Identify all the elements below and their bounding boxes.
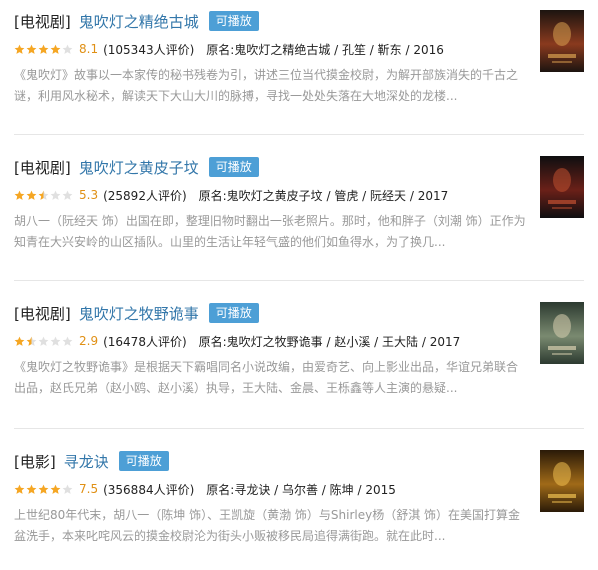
star-icon	[62, 336, 73, 347]
rating-count: (25892人评价)	[103, 188, 187, 203]
result-body: [电视剧] 鬼吹灯之精绝古城 可播放 8.1 (105343人评价) 原名:鬼吹灯之精绝古…	[14, 10, 526, 128]
playable-badge[interactable]: 可播放	[208, 157, 259, 177]
original-info: 原名:鬼吹灯之精绝古城 / 孔笙 / 靳东 / 2016	[206, 42, 444, 57]
rating-stars	[14, 44, 74, 55]
playable-badge[interactable]: 可播放	[208, 303, 259, 323]
poster-huangpizi-icon[interactable]	[540, 156, 584, 218]
description: 胡八一（阮经天 饰）出国在即，整理旧物时翻出一张老照片。那时，他和胖子（刘潮 饰…	[14, 214, 526, 249]
divider	[14, 280, 584, 281]
poster-muye-icon[interactable]	[540, 302, 584, 364]
title-row: [电视剧] 鬼吹灯之牧野诡事 可播放	[14, 302, 526, 324]
star-icon	[14, 44, 25, 55]
playable-badge[interactable]: 可播放	[208, 11, 259, 31]
result-item: [电视剧] 鬼吹灯之牧野诡事 可播放 2.9 (16478人评价) 原名:鬼吹灯之牧野诡事…	[0, 292, 598, 422]
description: 《鬼吹灯》故事以一本家传的秘书残卷为引，讲述三位当代摸金校尉，为解开部族消失的千…	[14, 68, 519, 103]
star-icon	[26, 190, 37, 201]
star-icon	[14, 336, 25, 347]
score: 8.1	[79, 42, 99, 56]
meta-row: 5.3 (25892人评价) 原名:鬼吹灯之黄皮子坟 / 管虎 / 阮经天 / 20…	[14, 186, 526, 204]
poster-xunlong-icon[interactable]	[540, 450, 584, 512]
description: 《鬼吹灯之牧野诡事》是根据天下霸唱同名小说改编，由爱奇艺、向上影业出品，华谊兄弟…	[14, 360, 519, 395]
result-body: [电视剧] 鬼吹灯之牧野诡事 可播放 2.9 (16478人评价) 原名:鬼吹灯之牧野诡事…	[14, 302, 526, 420]
title-row: [电影] 寻龙诀 可播放	[14, 450, 526, 472]
score: 5.3	[79, 188, 99, 202]
star-icon	[14, 484, 25, 495]
star-icon	[62, 484, 73, 495]
description: 上世纪80年代末，胡八一（陈坤 饰）、王凯旋（黄渤 饰）与Shirley杨（舒淇…	[14, 508, 521, 543]
divider	[14, 134, 584, 135]
title-row: [电视剧] 鬼吹灯之精绝古城 可播放	[14, 10, 526, 32]
star-icon	[26, 336, 37, 347]
result-item: [电视剧] 鬼吹灯之精绝古城 可播放 8.1 (105343人评价) 原名:鬼吹灯之精绝古…	[0, 0, 598, 130]
title-link[interactable]: 鬼吹灯之精绝古城	[79, 11, 199, 32]
star-icon	[62, 44, 73, 55]
title-link[interactable]: 鬼吹灯之牧野诡事	[79, 303, 199, 324]
star-icon	[14, 190, 25, 201]
title-link[interactable]: 寻龙诀	[64, 451, 109, 472]
star-icon	[38, 336, 49, 347]
category-label: [电视剧]	[14, 158, 71, 177]
rating-stars	[14, 336, 74, 347]
score: 7.5	[79, 482, 99, 496]
category-label: [电影]	[14, 452, 56, 471]
result-item: [电影] 寻龙诀 可播放 7.5 (356884人评价) 原名:寻龙诀 / 乌尔善 / 陈…	[0, 440, 598, 570]
original-info: 原名:鬼吹灯之黄皮子坟 / 管虎 / 阮经天 / 2017	[198, 188, 449, 203]
star-icon	[50, 336, 61, 347]
rating-count: (16478人评价)	[103, 334, 187, 349]
search-result-list: [电视剧] 鬼吹灯之精绝古城 可播放 8.1 (105343人评价) 原名:鬼吹灯之精绝古…	[0, 0, 598, 550]
rating-stars	[14, 484, 74, 495]
meta-row: 7.5 (356884人评价) 原名:寻龙诀 / 乌尔善 / 陈坤 / 2015	[14, 480, 526, 498]
score: 2.9	[79, 334, 99, 348]
original-info: 原名:鬼吹灯之牧野诡事 / 赵小溪 / 王大陆 / 2017	[198, 334, 461, 349]
category-label: [电视剧]	[14, 304, 71, 323]
star-icon	[26, 484, 37, 495]
result-item: [电视剧] 鬼吹灯之黄皮子坟 可播放 5.3 (25892人评价) 原名:鬼吹灯之黄皮子坟…	[0, 146, 598, 276]
result-body: [电影] 寻龙诀 可播放 7.5 (356884人评价) 原名:寻龙诀 / 乌尔善 / 陈…	[14, 450, 526, 568]
result-body: [电视剧] 鬼吹灯之黄皮子坟 可播放 5.3 (25892人评价) 原名:鬼吹灯之黄皮子坟…	[14, 156, 526, 274]
title-row: [电视剧] 鬼吹灯之黄皮子坟 可播放	[14, 156, 526, 178]
divider	[14, 428, 584, 429]
star-icon	[62, 190, 73, 201]
meta-row: 2.9 (16478人评价) 原名:鬼吹灯之牧野诡事 / 赵小溪 / 王大陆 / 2…	[14, 332, 526, 350]
poster-jingjue-icon[interactable]	[540, 10, 584, 72]
category-label: [电视剧]	[14, 12, 71, 31]
star-icon	[26, 44, 37, 55]
star-icon	[38, 190, 49, 201]
star-icon	[50, 190, 61, 201]
original-info: 原名:寻龙诀 / 乌尔善 / 陈坤 / 2015	[206, 482, 396, 497]
star-icon	[50, 484, 61, 495]
star-icon	[38, 484, 49, 495]
meta-row: 8.1 (105343人评价) 原名:鬼吹灯之精绝古城 / 孔笙 / 靳东 / 20…	[14, 40, 526, 58]
star-icon	[38, 44, 49, 55]
rating-count: (105343人评价)	[103, 42, 195, 57]
rating-count: (356884人评价)	[103, 482, 195, 497]
rating-stars	[14, 190, 74, 201]
title-link[interactable]: 鬼吹灯之黄皮子坟	[79, 157, 199, 178]
playable-badge[interactable]: 可播放	[118, 451, 169, 471]
star-icon	[50, 44, 61, 55]
